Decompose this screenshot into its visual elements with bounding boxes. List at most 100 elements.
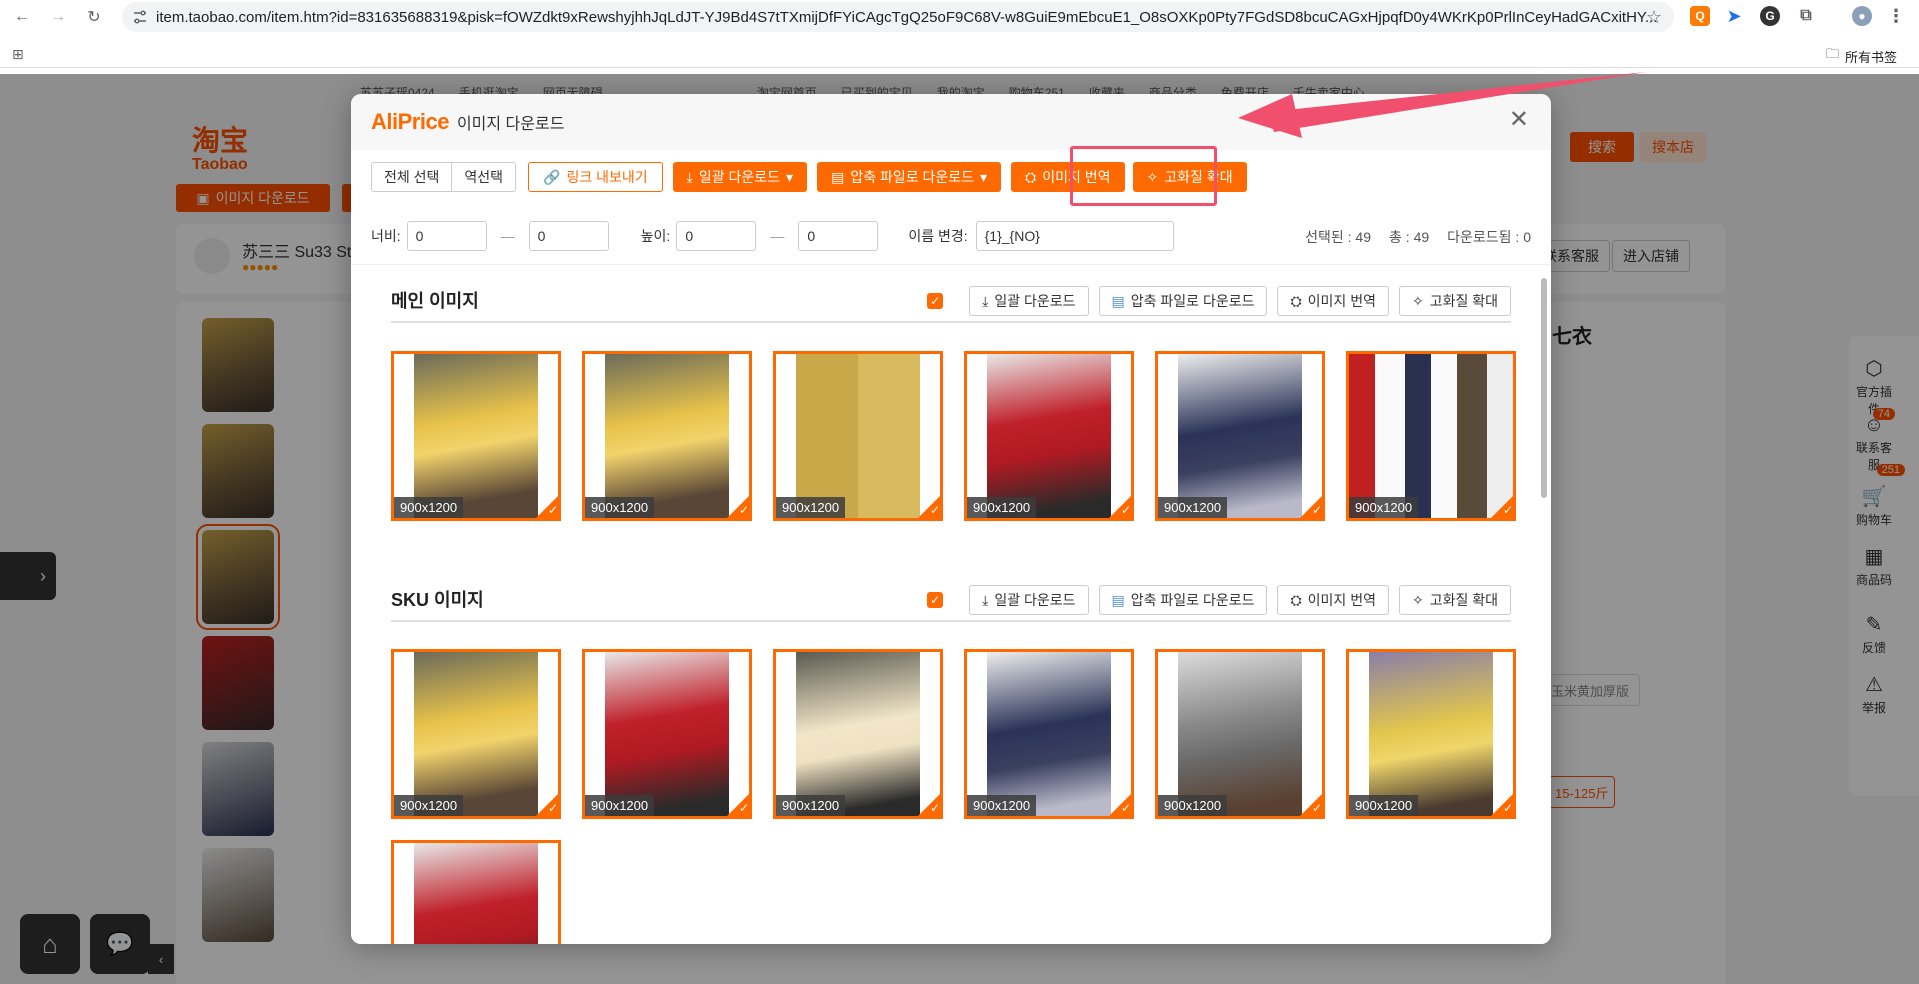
aliprice-extension-icon[interactable]: Q bbox=[1690, 6, 1710, 26]
export-links-button[interactable]: 🔗 링크 내보내기 bbox=[528, 162, 663, 192]
height-max-input[interactable]: 0 bbox=[798, 221, 879, 251]
width-min-input[interactable]: 0 bbox=[406, 221, 487, 251]
close-icon[interactable]: ✕ bbox=[1509, 108, 1529, 132]
selected-check-icon: ✓ bbox=[726, 793, 749, 816]
image-card[interactable]: 900x1200 ✓ bbox=[773, 649, 943, 819]
section-upscale-label: 고화질 확대 bbox=[1429, 592, 1498, 608]
product-image bbox=[414, 843, 538, 944]
image-card[interactable]: 900x1200 ✓ bbox=[964, 351, 1134, 521]
main-images-header: 메인 이미지 ✓ ⤓ 일괄 다운로드 ▤ 압축 파일로 다운로드 ⛭ 이미지 번역 ✧… bbox=[391, 279, 1511, 323]
section-bulk-download-button[interactable]: ⤓ 일괄 다운로드 bbox=[969, 585, 1089, 615]
selected-check-icon: ✓ bbox=[1108, 793, 1131, 816]
image-dimension-label: 900x1200 bbox=[1349, 795, 1419, 816]
back-icon[interactable]: ← bbox=[8, 3, 36, 31]
product-image bbox=[1369, 652, 1493, 816]
image-dimension-label: 900x1200 bbox=[585, 497, 655, 518]
zip-download-button[interactable]: ▤ 압축 파일로 다운로드 ▾ bbox=[817, 162, 1002, 192]
section-upscale-button[interactable]: ✧ 고화질 확대 bbox=[1398, 286, 1511, 316]
browser-menu-icon[interactable]: ⋮ bbox=[1886, 6, 1906, 26]
zip-icon: ▤ bbox=[831, 168, 845, 185]
filter-row: 너비: 0 — 0 높이: 0 — 0 이름 변경: {1}_{NO} 선택된 … bbox=[371, 219, 1531, 253]
select-all-button[interactable]: 전체 선택 bbox=[371, 162, 453, 192]
image-download-modal: AliPrice 이미지 다운로드 ✕ 전체 선택 역선택 🔗 링크 내보내기 ⤓… bbox=[351, 94, 1551, 944]
zip-icon: ▤ bbox=[1111, 591, 1125, 608]
translate-icon: ⛭ bbox=[1290, 591, 1302, 608]
download-icon: ⤓ bbox=[686, 168, 693, 185]
magic-wand-icon: ✧ bbox=[1411, 591, 1424, 608]
product-image bbox=[1178, 652, 1302, 816]
selected-check-icon: ✓ bbox=[535, 793, 558, 816]
section-translate-label: 이미지 번역 bbox=[1307, 592, 1376, 608]
selected-check-icon: ✓ bbox=[1299, 793, 1322, 816]
section-select-checkbox[interactable]: ✓ bbox=[927, 293, 944, 309]
image-dimension-label: 900x1200 bbox=[967, 497, 1037, 518]
image-card[interactable] bbox=[391, 840, 561, 944]
extensions-puzzle-icon[interactable]: ⧉ bbox=[1796, 6, 1816, 26]
section-zip-download-button[interactable]: ▤ 압축 파일로 다운로드 bbox=[1098, 286, 1268, 316]
caret-down-icon: ▾ bbox=[980, 168, 988, 185]
image-dimension-label: 900x1200 bbox=[1158, 497, 1228, 518]
height-min-input[interactable]: 0 bbox=[676, 221, 757, 251]
selected-check-icon: ✓ bbox=[1108, 495, 1131, 518]
address-bar[interactable]: item.taobao.com/item.htm?id=831635688319… bbox=[122, 2, 1674, 32]
g-extension-icon[interactable]: G bbox=[1760, 6, 1780, 26]
image-dimension-label: 900x1200 bbox=[776, 497, 846, 518]
all-bookmarks-label: 所有书签 bbox=[1844, 49, 1897, 65]
product-image bbox=[987, 652, 1111, 816]
bookmark-star-icon[interactable]: ☆ bbox=[1646, 7, 1662, 28]
image-card[interactable]: 900x1200 ✓ bbox=[1346, 351, 1516, 521]
image-card[interactable]: 900x1200 ✓ bbox=[1346, 649, 1516, 819]
image-card[interactable]: 900x1200 ✓ bbox=[391, 649, 561, 819]
rename-label: 이름 변경: bbox=[908, 228, 968, 244]
modal-scrollbar[interactable] bbox=[1541, 278, 1547, 498]
product-image bbox=[987, 354, 1111, 518]
image-card[interactable]: 900x1200 ✓ bbox=[773, 351, 943, 521]
all-bookmarks[interactable]: 🗀 所有书签 bbox=[1826, 45, 1897, 67]
forward-icon[interactable]: → bbox=[44, 3, 72, 31]
modal-header: AliPrice 이미지 다운로드 ✕ bbox=[351, 94, 1551, 150]
invert-selection-button[interactable]: 역선택 bbox=[452, 162, 517, 192]
range-dash: — bbox=[770, 228, 785, 244]
section-select-checkbox[interactable]: ✓ bbox=[927, 592, 944, 608]
image-card[interactable]: 900x1200 ✓ bbox=[964, 649, 1134, 819]
main-images-grid: 900x1200 ✓ 900x1200 ✓ 900x1200 ✓ 900x1200 ✓ 900x… bbox=[391, 351, 1531, 521]
section-zip-download-button[interactable]: ▤ 압축 파일로 다운로드 bbox=[1098, 585, 1268, 615]
section-translate-button[interactable]: ⛭ 이미지 번역 bbox=[1277, 286, 1389, 316]
section-title: SKU 이미지 bbox=[391, 590, 484, 610]
profile-avatar[interactable]: ● bbox=[1852, 6, 1872, 26]
section-translate-button[interactable]: ⛭ 이미지 번역 bbox=[1277, 585, 1389, 615]
range-dash: — bbox=[500, 228, 515, 244]
section-upscale-label: 고화질 확대 bbox=[1429, 293, 1498, 309]
magic-wand-icon: ✧ bbox=[1411, 292, 1424, 309]
selected-check-icon: ✓ bbox=[917, 495, 940, 518]
folder-icon: 🗀 bbox=[1825, 46, 1839, 61]
bulk-download-button[interactable]: ⤓ 일괄 다운로드 ▾ bbox=[672, 162, 808, 192]
width-max-input[interactable]: 0 bbox=[528, 221, 609, 251]
browser-toolbar: ← → ↻ item.taobao.com/item.htm?id=831635… bbox=[0, 0, 1919, 34]
image-card[interactable]: 900x1200 ✓ bbox=[582, 351, 752, 521]
reload-icon[interactable]: ↻ bbox=[80, 3, 108, 31]
image-card[interactable]: 900x1200 ✓ bbox=[1155, 351, 1325, 521]
image-dimension-label: 900x1200 bbox=[776, 795, 846, 816]
image-card[interactable]: 900x1200 ✓ bbox=[582, 649, 752, 819]
url-text: item.taobao.com/item.htm?id=831635688319… bbox=[156, 8, 1658, 26]
section-title: 메인 이미지 bbox=[391, 291, 479, 311]
section-bulk-download-button[interactable]: ⤓ 일괄 다운로드 bbox=[969, 286, 1089, 316]
translate-icon: ⛭ bbox=[1025, 168, 1037, 185]
total-count: 총 : 49 bbox=[1389, 229, 1430, 245]
cursor-extension-icon[interactable]: ➤ bbox=[1724, 6, 1744, 26]
selected-check-icon: ✓ bbox=[1490, 793, 1513, 816]
site-info-icon[interactable] bbox=[132, 9, 148, 25]
image-card[interactable]: 900x1200 ✓ bbox=[391, 351, 561, 521]
product-image bbox=[414, 652, 538, 816]
apps-grid-icon[interactable]: ⊞ bbox=[12, 46, 24, 63]
selection-stats: 선택된 : 49 총 : 49 다운로드됨 : 0 bbox=[1305, 227, 1531, 247]
image-card[interactable]: 900x1200 ✓ bbox=[1155, 649, 1325, 819]
product-image bbox=[605, 354, 729, 518]
selected-check-icon: ✓ bbox=[1299, 495, 1322, 518]
bookmarks-bar: ⊞ 🗀 所有书签 bbox=[0, 40, 1919, 68]
section-upscale-button[interactable]: ✧ 고화질 확대 bbox=[1398, 585, 1511, 615]
caret-down-icon: ▾ bbox=[786, 168, 794, 185]
image-dimension-label: 900x1200 bbox=[1349, 497, 1419, 518]
rename-input[interactable]: {1}_{NO} bbox=[975, 221, 1174, 251]
